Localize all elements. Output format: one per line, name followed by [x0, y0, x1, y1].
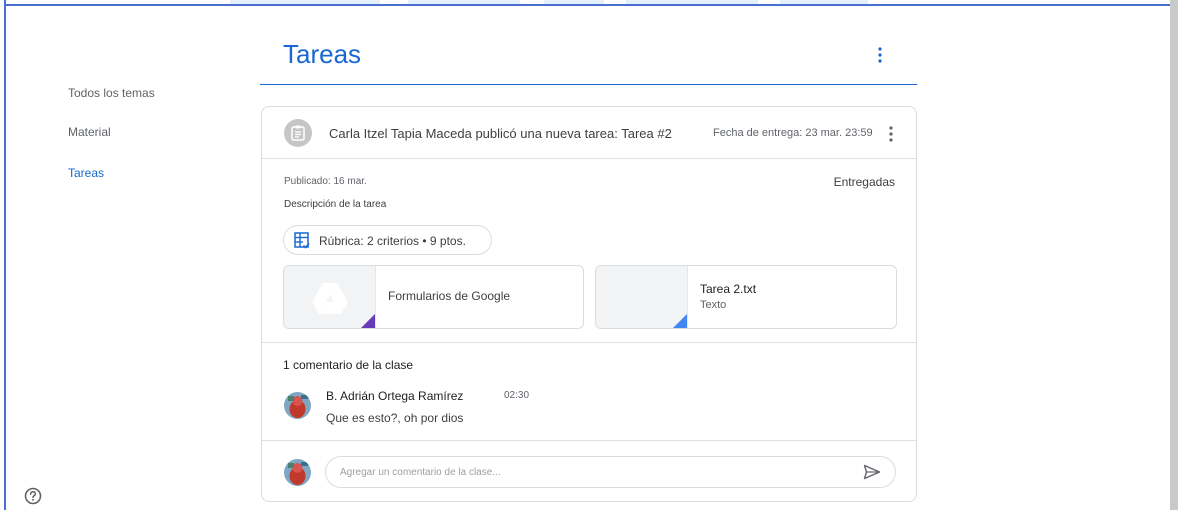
assignment-icon — [284, 119, 312, 147]
rubric-chip[interactable]: Rúbrica: 2 criterios • 9 ptos. — [283, 225, 492, 255]
attachment-name: Tarea 2.txt — [700, 282, 757, 296]
comment-text: Que es esto?, oh por dios — [326, 411, 464, 425]
comment-time: 02:30 — [504, 390, 530, 401]
forms-corner-badge — [361, 314, 375, 328]
assignment-card-header[interactable]: Carla Itzel Tapia Maceda publicó una nue… — [262, 107, 916, 159]
attachment-thumbnail — [284, 266, 376, 328]
avatar — [284, 459, 311, 486]
sidebar-item-todos-los-temas[interactable]: Todos los temas — [68, 86, 155, 100]
attachment-name: Formularios de Google — [388, 289, 511, 303]
assignment-card: Carla Itzel Tapia Maceda publicó una nue… — [261, 106, 917, 502]
scrollbar-track[interactable] — [1170, 0, 1178, 510]
attachment-google-forms[interactable]: Formularios de Google — [283, 265, 584, 329]
help-icon[interactable] — [23, 486, 43, 506]
section-divider — [262, 440, 916, 441]
window-frame-top — [4, 4, 1170, 6]
sidebar-item-tareas[interactable]: Tareas — [68, 166, 104, 180]
text-file-corner-badge — [673, 314, 687, 328]
scrollbar-thumb[interactable] — [1170, 0, 1178, 510]
rubric-icon — [294, 232, 310, 249]
more-vert-icon[interactable] — [874, 46, 886, 64]
avatar — [284, 392, 311, 419]
section-divider — [262, 342, 916, 343]
rubric-label: Rúbrica: 2 criterios • 9 ptos. — [319, 234, 466, 248]
page-title: Tareas — [283, 39, 362, 69]
comment-author: B. Adrián Ortega Ramírez — [326, 389, 464, 403]
attachment-thumbnail — [596, 266, 688, 328]
attachment-tarea-2-txt[interactable]: Tarea 2.txt Texto — [595, 265, 897, 329]
sidebar-item-material[interactable]: Material — [68, 125, 111, 139]
send-icon[interactable] — [863, 464, 881, 480]
posted-date: Publicado: 16 mar. — [284, 176, 367, 187]
assignment-description: Descripción de la tarea — [284, 199, 387, 210]
window-frame-left — [4, 0, 6, 510]
google-drive-icon — [312, 283, 348, 314]
entregadas-link[interactable]: Entregadas — [834, 175, 895, 189]
class-comments-title: 1 comentario de la clase — [283, 358, 414, 372]
due-date: Fecha de entrega: 23 mar. 23:59 — [713, 127, 873, 139]
assignment-title: Carla Itzel Tapia Maceda publicó una nue… — [329, 126, 672, 141]
header-divider — [260, 84, 917, 85]
class-comment-input[interactable] — [325, 456, 896, 488]
more-vert-icon[interactable] — [886, 125, 896, 143]
attachment-type: Texto — [700, 299, 727, 311]
